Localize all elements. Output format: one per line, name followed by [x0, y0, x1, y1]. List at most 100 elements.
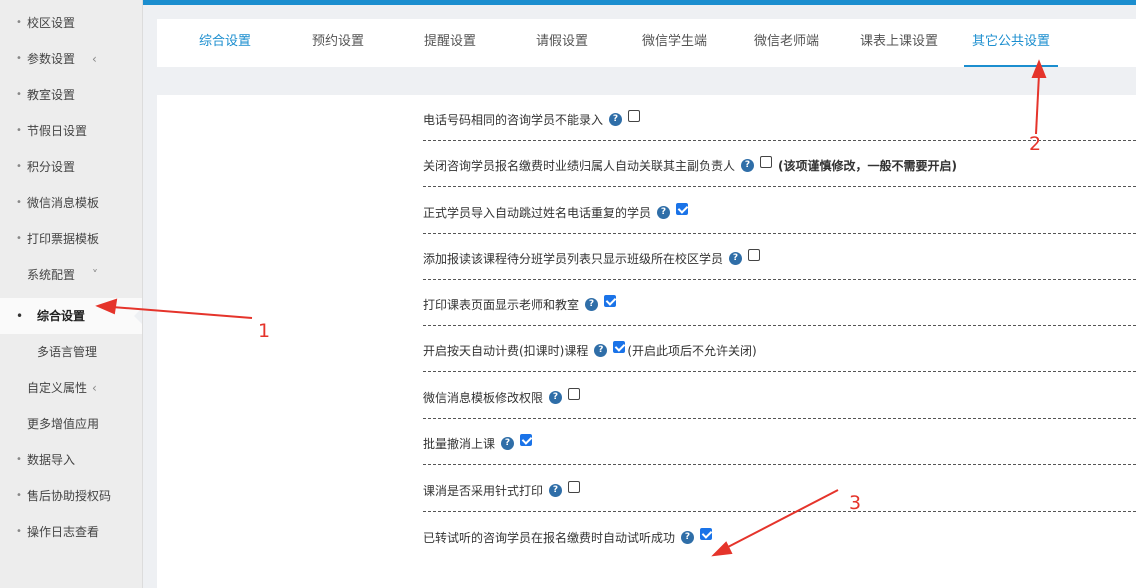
setting-checkbox[interactable] [520, 433, 533, 446]
sidebar-item-custom-attrs[interactable]: 自定义属性 ‹ [0, 370, 142, 406]
setting-checkbox[interactable] [628, 109, 641, 122]
sidebar-item-label: 校区设置 [27, 16, 76, 30]
chevron-left-icon: ‹ [92, 52, 97, 66]
sidebar-item-label: 操作日志查看 [27, 525, 100, 539]
sidebar-item-general-settings[interactable]: • 综合设置 [0, 298, 142, 334]
sidebar-item-label: 多语言管理 [37, 345, 98, 359]
setting-label: 批量撤消上课 [423, 437, 496, 451]
sidebar-item-label: 参数设置 [27, 52, 76, 66]
sidebar-item-label: 打印票据模板 [27, 232, 100, 246]
sidebar: • 校区设置 • 参数设置 ‹ • 教室设置 • 节假日设置 • 积分设置 • 微信消息模板 … [0, 0, 143, 588]
sidebar-item-params[interactable]: • 参数设置 ‹ [0, 41, 142, 77]
sidebar-item-support-code[interactable]: • 售后协助授权码 [0, 478, 142, 514]
tab-other-public[interactable]: 其它公共设置 [964, 19, 1059, 67]
setting-label: 电话号码相同的咨询学员不能录入 [423, 113, 604, 127]
setting-checkbox[interactable] [604, 294, 617, 307]
sidebar-item-languages[interactable]: 多语言管理 [0, 334, 142, 370]
tab-wechat-student[interactable]: 微信学生端 [642, 19, 707, 67]
help-icon[interactable]: ? [729, 252, 743, 265]
bullet-icon: • [16, 454, 22, 465]
bullet-icon: • [16, 125, 22, 136]
setting-label: 打印课表页面显示老师和教室 [423, 298, 580, 312]
chevron-left-icon: ‹ [92, 417, 97, 431]
setting-row: 微信消息模板修改权限? [423, 373, 1136, 419]
help-icon[interactable]: ? [501, 437, 515, 450]
sidebar-item-wechat-template[interactable]: • 微信消息模板 [0, 185, 142, 221]
annotation-number-3: 3 [849, 492, 862, 514]
setting-row: 已转试听的咨询学员在报名缴费时自动试听成功? [423, 512, 1136, 558]
setting-row: 正式学员导入自动跳过姓名电话重复的学员? [423, 188, 1136, 234]
help-icon[interactable]: ? [594, 344, 608, 357]
setting-checkbox[interactable] [568, 387, 581, 400]
sidebar-item-classroom[interactable]: • 教室设置 [0, 77, 142, 113]
setting-label: 开启按天自动计费(扣课时)课程 [423, 344, 589, 358]
setting-label: 已转试听的咨询学员在报名缴费时自动试听成功 [423, 531, 676, 545]
sidebar-item-label: 微信消息模板 [27, 196, 100, 210]
setting-row: 课消是否采用针式打印? [423, 466, 1136, 512]
setting-label: 课消是否采用针式打印 [423, 484, 544, 498]
setting-checkbox[interactable] [748, 248, 761, 261]
setting-checkbox[interactable] [676, 202, 689, 215]
setting-label: 微信消息模板修改权限 [423, 391, 544, 405]
bullet-icon: • [16, 197, 22, 208]
bullet-icon: • [16, 89, 22, 100]
sidebar-item-system-config[interactable]: 系统配置 ˅ [0, 257, 142, 293]
setting-checkbox[interactable] [700, 527, 713, 540]
active-pointer [134, 308, 142, 324]
chevron-down-icon: ˅ [92, 268, 98, 282]
setting-row: 打印课表页面显示老师和教室? [423, 280, 1136, 326]
setting-row: 批量撤消上课? [423, 419, 1136, 465]
sidebar-item-label: 自定义属性 [27, 381, 88, 395]
tab-leave[interactable]: 请假设置 [536, 19, 588, 67]
setting-checkbox[interactable] [568, 480, 581, 493]
setting-row: 开启按天自动计费(扣课时)课程? (开启此项后不允许关闭) [423, 326, 1136, 372]
bullet-icon: • [16, 526, 22, 537]
help-icon[interactable]: ? [681, 531, 695, 544]
help-icon[interactable]: ? [609, 113, 623, 126]
help-icon[interactable]: ? [549, 391, 563, 404]
annotation-number-1: 1 [258, 320, 271, 342]
sidebar-item-label: 更多增值应用 [27, 417, 100, 431]
setting-checkbox[interactable] [760, 155, 773, 168]
help-icon[interactable]: ? [585, 298, 599, 311]
tab-reminder[interactable]: 提醒设置 [424, 19, 476, 67]
sidebar-item-label: 数据导入 [27, 453, 76, 467]
sidebar-item-campus[interactable]: • 校区设置 [0, 5, 142, 41]
tab-schedule[interactable]: 课表上课设置 [860, 19, 938, 67]
setting-note: (该项谨慎修改，一般不需要开启) [778, 159, 957, 173]
bullet-icon: • [16, 53, 22, 64]
setting-checkbox[interactable] [613, 340, 626, 353]
bullet-icon: • [16, 490, 22, 501]
sidebar-item-print-template[interactable]: • 打印票据模板 ‹ [0, 221, 142, 257]
tab-wechat-teacher[interactable]: 微信老师端 [754, 19, 819, 67]
top-accent-bar [143, 0, 1136, 5]
help-icon[interactable]: ? [741, 159, 755, 172]
sidebar-item-value-added[interactable]: 更多增值应用 ‹ [0, 406, 142, 442]
setting-row: 添加报读该课程待分班学员列表只显示班级所在校区学员? [423, 234, 1136, 280]
sidebar-item-label: 教室设置 [27, 88, 76, 102]
sidebar-item-label: 售后协助授权码 [27, 489, 112, 503]
help-icon[interactable]: ? [549, 484, 563, 497]
chevron-left-icon: ‹ [92, 232, 97, 246]
bullet-icon: • [16, 233, 22, 244]
sidebar-item-data-import[interactable]: • 数据导入 [0, 442, 142, 478]
bullet-icon: • [16, 309, 24, 323]
sidebar-item-label: 综合设置 [37, 309, 86, 323]
annotation-number-2: 2 [1029, 133, 1042, 155]
setting-label: 添加报读该课程待分班学员列表只显示班级所在校区学员 [423, 252, 724, 266]
sidebar-item-label: 系统配置 [27, 268, 76, 282]
setting-note: (开启此项后不允许关闭) [627, 344, 757, 358]
sidebar-item-op-log[interactable]: • 操作日志查看 [0, 514, 142, 550]
settings-tabs: 综合设置 预约设置 提醒设置 请假设置 微信学生端 微信老师端 课表上课设置 其… [157, 19, 1136, 67]
help-icon[interactable]: ? [657, 206, 671, 219]
sidebar-item-label: 节假日设置 [27, 124, 88, 138]
bullet-icon: • [16, 17, 22, 28]
setting-label: 正式学员导入自动跳过姓名电话重复的学员 [423, 206, 652, 220]
setting-label: 关闭咨询学员报名缴费时业绩归属人自动关联其主副负责人 [423, 159, 736, 173]
tab-general[interactable]: 综合设置 [199, 19, 251, 67]
bullet-icon: • [16, 161, 22, 172]
sidebar-item-holiday[interactable]: • 节假日设置 [0, 113, 142, 149]
sidebar-item-points[interactable]: • 积分设置 [0, 149, 142, 185]
tab-booking[interactable]: 预约设置 [312, 19, 364, 67]
sidebar-item-label: 积分设置 [27, 160, 76, 174]
